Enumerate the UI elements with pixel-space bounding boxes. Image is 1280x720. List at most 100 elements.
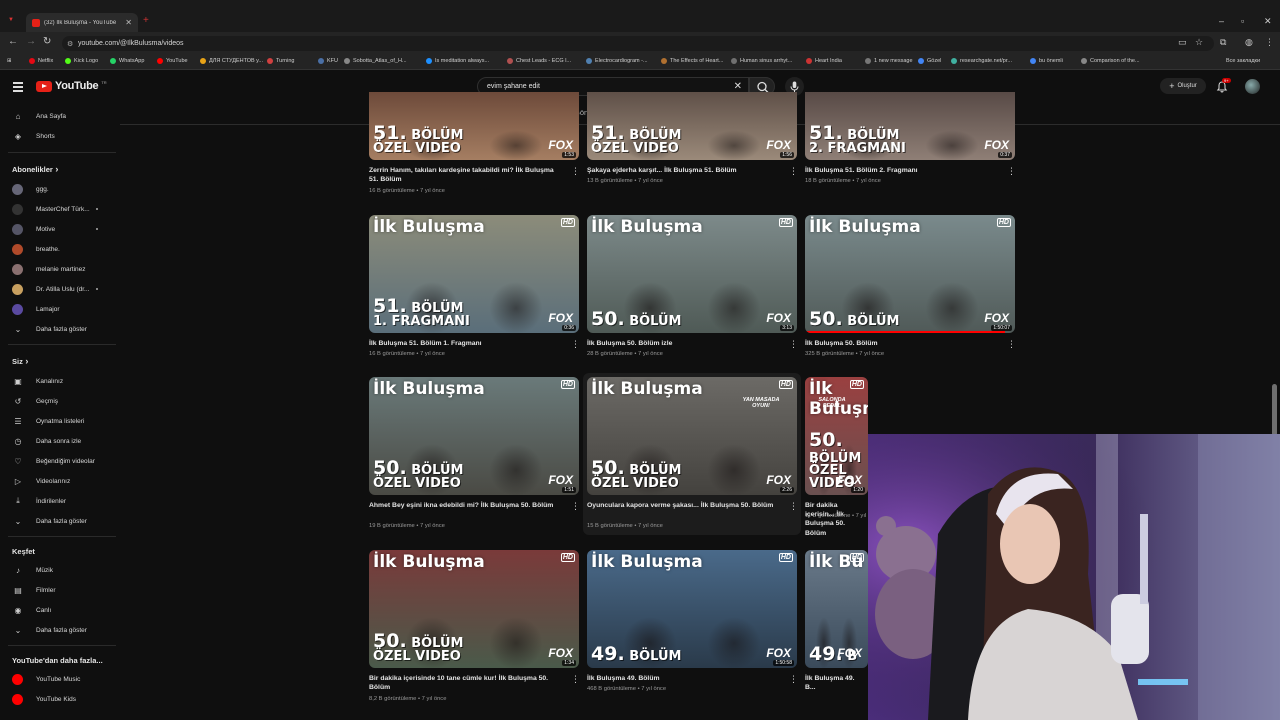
bookmark-item[interactable]: Turning	[267, 58, 294, 64]
explore-heading[interactable]: Keşfet	[12, 547, 35, 556]
video-thumbnail[interactable]: İlk Buluşma HD YAN MASADA OYUN! 50. BÖLÜM ÖZ…	[587, 377, 797, 495]
more-actions-icon[interactable]: ⋮	[571, 167, 580, 176]
video-title[interactable]: Ahmet Bey eşini ikna edebildi mi? İlk Bu…	[369, 501, 559, 510]
all-bookmarks[interactable]: Все закладки	[1226, 58, 1260, 64]
sidebar-item[interactable]: ⌄ Daha fazla göster	[0, 320, 116, 338]
bookmark-item[interactable]: KFU	[318, 58, 338, 64]
sidebar-item[interactable]: ggg.	[0, 180, 116, 198]
sidebar-item[interactable]: ⌄ Daha fazla göster	[0, 512, 116, 530]
video-title[interactable]: İlk Buluşma 51. Bölüm 2. Fragmanı	[805, 166, 995, 175]
sidebar-item[interactable]: Lamajor	[0, 300, 116, 318]
more-actions-icon[interactable]: ⋮	[789, 502, 798, 511]
bookmark-item[interactable]: Netflix	[29, 58, 53, 64]
bookmark-item[interactable]: 1 new message	[865, 58, 913, 64]
video-thumbnail[interactable]: İlk Buluşma HD 50. BÖLÜM FOX 3:13	[587, 215, 797, 333]
forward-icon[interactable]: →	[26, 36, 36, 47]
you-heading[interactable]: Siz ›	[12, 356, 28, 366]
video-title[interactable]: İlk Buluşma 50. Bölüm izle	[587, 339, 777, 348]
video-title[interactable]: Oyunculara kapora verme şakası... İlk Bu…	[587, 501, 777, 510]
sidebar-item[interactable]: Motive	[0, 220, 116, 238]
video-thumbnail[interactable]: İlk BuluşmaHDSALONDA PEDEL50. BÖLÜMÖZEL …	[805, 377, 868, 495]
bookmark-item[interactable]: The Effects of Heart...	[661, 58, 723, 64]
sidebar-item[interactable]: ◷ Daha sonra izle	[0, 432, 116, 450]
notifications-button[interactable]: 9+	[1216, 78, 1231, 98]
browser-tab[interactable]: (32) İlk Buluşma - YouTube ✕	[26, 13, 138, 32]
sidebar-item[interactable]: ⌂ Ana Sayfa	[0, 107, 116, 125]
bookmark-item[interactable]: Human sinus arrhyt...	[731, 58, 792, 64]
video-thumbnail[interactable]: İlk Buluşma HD 50. BÖLÜM ÖZEL VIDEO FOX 1:51	[369, 377, 579, 495]
sidebar-item[interactable]: YouTube Kids	[0, 690, 116, 708]
sidebar-item[interactable]: melanie martinez	[0, 260, 116, 278]
more-actions-icon[interactable]: ⋮	[1007, 340, 1016, 349]
more-actions-icon[interactable]: ⋮	[789, 340, 798, 349]
more-actions-icon[interactable]: ⋮	[571, 340, 580, 349]
account-avatar[interactable]	[1245, 79, 1260, 94]
site-info-icon[interactable]: ⚙	[67, 40, 73, 48]
bookmark-item[interactable]: Heart India	[806, 58, 842, 64]
back-icon[interactable]: ←	[8, 36, 18, 47]
bookmark-item[interactable]: Electrocardiogram -...	[586, 58, 648, 64]
browser-menu-icon[interactable]: ⋮	[1265, 37, 1274, 48]
sidebar-item[interactable]: MasterChef Türk...	[0, 200, 116, 218]
sidebar-item[interactable]: ↺ Geçmiş	[0, 392, 116, 410]
video-title[interactable]: İlk Buluşma 49. Bölüm	[587, 674, 777, 683]
video-title[interactable]: İlk Buluşma 51. Bölüm 1. Fragmanı	[369, 339, 559, 348]
more-actions-icon[interactable]: ⋮	[789, 167, 798, 176]
bookmark-item[interactable]: bu önemli	[1030, 58, 1063, 64]
sidebar-item[interactable]: ☰ Oynatma listeleri	[0, 412, 116, 430]
video-thumbnail[interactable]: İlk Buluşma HD 49. BÖLÜM FOX 1:50:58	[587, 550, 797, 668]
bookmark-item[interactable]: WhatsApp	[110, 58, 144, 64]
sidebar-item[interactable]: ▣ Kanalınız	[0, 372, 116, 390]
video-title[interactable]: İlk Buluşma 50. Bölüm	[805, 339, 995, 348]
video-title[interactable]: Zerrin Hanım, takıları kardeşine takabil…	[369, 166, 559, 184]
video-title[interactable]: Bir dakika içerisin... İlk Buluşma 50. B…	[805, 501, 865, 538]
more-from-youtube-heading[interactable]: YouTube'dan daha fazla...	[12, 656, 103, 665]
clear-search-icon[interactable]: ✕	[734, 81, 742, 92]
bookmark-item[interactable]: researchgate.net/pr...	[951, 58, 1012, 64]
sidebar-item[interactable]: ⤓ İndirilenler	[0, 492, 116, 510]
extensions-icon[interactable]: ⧉	[1220, 37, 1226, 48]
bookmark-item[interactable]: Chest Leads - ECG l...	[507, 58, 571, 64]
more-actions-icon[interactable]: ⋮	[1007, 167, 1016, 176]
youtube-logo[interactable]: YouTube TR	[36, 80, 107, 92]
menu-icon[interactable]	[13, 82, 23, 94]
sidebar-item[interactable]: breathe.	[0, 240, 116, 258]
bookmark-item[interactable]: ДЛЯ СТУДЕНТОВ у...	[200, 58, 263, 64]
bookmark-item[interactable]: Kick Logo	[65, 58, 98, 64]
video-thumbnail[interactable]: İlk Buluşma HD 50. BÖLÜM ÖZEL VIDEO FOX 1:34	[369, 550, 579, 668]
close-tab-icon[interactable]: ✕	[125, 18, 132, 27]
video-title[interactable]: İlk Buluşma 49. B...	[805, 674, 865, 692]
page-scrollbar[interactable]	[1272, 384, 1277, 436]
subscriptions-heading[interactable]: Abonelikler ›	[12, 164, 58, 174]
sidebar-item[interactable]: ▷ Videolarınız	[0, 472, 116, 490]
new-tab-button[interactable]: +	[143, 15, 149, 26]
apps-grid-icon[interactable]: ⊞	[7, 58, 12, 64]
sidebar-item[interactable]: ♡ Beğendiğim videolar	[0, 452, 116, 470]
video-thumbnail[interactable]: İlk Buluşma HD 51. BÖLÜM 1. FRAGMANI FOX 0:36	[369, 215, 579, 333]
sidebar-item[interactable]: ♪ Müzik	[0, 561, 116, 579]
bookmark-item[interactable]: Comparison of the...	[1081, 58, 1140, 64]
bookmark-star-icon[interactable]: ☆	[1195, 37, 1203, 48]
video-thumbnail[interactable]: 51. BÖLÜM ÖZEL VIDEO FOX 1:53	[369, 92, 579, 160]
bookmark-item[interactable]: Is meditation always...	[426, 58, 489, 64]
cast-icon[interactable]: ▭	[1178, 37, 1187, 48]
reload-icon[interactable]: ↻	[43, 36, 51, 47]
sidebar-item[interactable]: ◈ Shorts	[0, 127, 116, 145]
video-title[interactable]: Şakaya ejderha karşıt... İlk Buluşma 51.…	[587, 166, 777, 175]
bookmark-item[interactable]: Gözel	[918, 58, 941, 64]
bookmark-item[interactable]: Sobotta_Atlas_of_H...	[344, 58, 407, 64]
sidebar-item[interactable]: Dr. Atilla Uslu (dr...	[0, 280, 116, 298]
more-actions-icon[interactable]: ⋮	[571, 502, 580, 511]
create-button[interactable]: + Oluştur	[1160, 78, 1206, 94]
video-title[interactable]: Bir dakika içerisinde 10 tane cümle kur!…	[369, 674, 559, 692]
sidebar-item[interactable]: ⌄ Daha fazla göster	[0, 621, 116, 639]
minimize-icon[interactable]: –	[1219, 16, 1224, 26]
sidebar-item[interactable]: ▤ Filmler	[0, 581, 116, 599]
tab-search-icon[interactable]: ▼	[8, 17, 14, 23]
sidebar-item[interactable]: YouTube Music	[0, 670, 116, 688]
address-bar[interactable]: ⚙ youtube.com/@IlkBulusma/videos	[62, 36, 1214, 51]
profile-icon[interactable]: ◍	[1245, 37, 1253, 48]
video-thumbnail[interactable]: İlk Bu HD 49. B FOX	[805, 550, 868, 668]
video-thumbnail[interactable]: 51. BÖLÜM ÖZEL VIDEO FOX 1:56	[587, 92, 797, 160]
close-window-icon[interactable]: ✕	[1264, 16, 1272, 27]
